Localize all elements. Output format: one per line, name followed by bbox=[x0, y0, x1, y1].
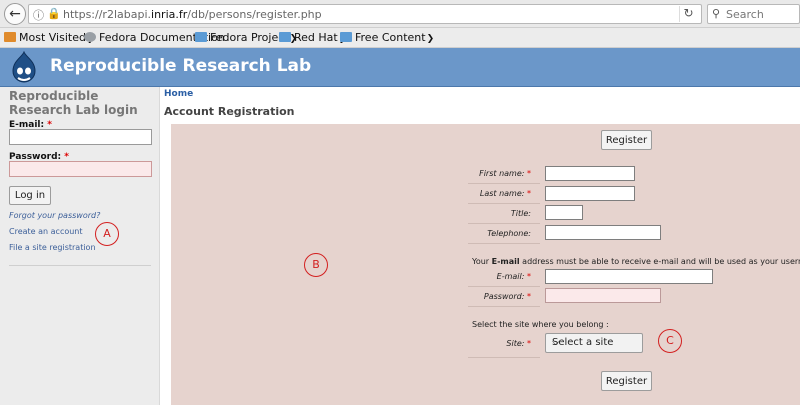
site-header: Reproducible Research Lab bbox=[0, 48, 800, 87]
page-title: Account Registration bbox=[164, 105, 295, 118]
annotation-marker-a: A bbox=[95, 222, 119, 246]
create-account-link[interactable]: Create an account bbox=[9, 227, 83, 236]
annotation-marker-b: B bbox=[304, 253, 328, 277]
last-name-input[interactable] bbox=[545, 186, 635, 201]
telephone-input[interactable] bbox=[545, 225, 661, 240]
fedora-icon bbox=[84, 32, 96, 42]
first-name-label: First name: * bbox=[479, 169, 531, 178]
password-input[interactable] bbox=[545, 288, 661, 303]
annotation-marker-c: C bbox=[658, 329, 682, 353]
row-divider bbox=[468, 223, 540, 224]
most-visited-icon bbox=[4, 32, 16, 42]
site-title[interactable]: Reproducible Research Lab bbox=[50, 56, 311, 76]
forgot-password-link[interactable]: Forgot your password? bbox=[9, 211, 100, 220]
sidebar-email-input[interactable] bbox=[9, 129, 152, 145]
lock-warning-icon[interactable]: 🔒 bbox=[47, 7, 61, 20]
drupal-logo-icon[interactable] bbox=[8, 51, 40, 85]
folder-icon bbox=[340, 32, 352, 42]
row-divider bbox=[468, 306, 540, 307]
first-name-input[interactable] bbox=[545, 166, 635, 181]
sidebar-divider bbox=[9, 265, 151, 266]
chevron-down-icon: ⌵ bbox=[552, 337, 560, 348]
row-divider bbox=[468, 203, 540, 204]
chevron-down-icon: ❯ bbox=[426, 34, 435, 44]
login-block-title: Reproducible Research Lab login bbox=[9, 89, 138, 117]
bookmark-most-visited[interactable]: Most Visited❯ bbox=[4, 31, 95, 44]
title-label: Title: bbox=[510, 209, 531, 218]
email-label: E-mail: * bbox=[496, 272, 531, 281]
login-button[interactable]: Log in bbox=[9, 186, 51, 205]
search-bar[interactable]: ⚲ Search bbox=[707, 4, 800, 24]
info-icon[interactable]: ⓘ bbox=[33, 7, 44, 23]
url-text[interactable]: https://r2labapi.inria.fr/db/persons/reg… bbox=[63, 8, 322, 21]
title-input[interactable] bbox=[545, 205, 583, 220]
telephone-label: Telephone: bbox=[487, 229, 531, 238]
password-label: Password: * bbox=[483, 292, 531, 301]
last-name-label: Last name: * bbox=[479, 189, 531, 198]
breadcrumb-home[interactable]: Home bbox=[164, 89, 193, 99]
register-button-bottom[interactable]: Register bbox=[601, 371, 652, 391]
login-sidebar: Reproducible Research Lab login E-mail: … bbox=[0, 87, 160, 405]
row-divider bbox=[468, 357, 540, 358]
bookmark-free-content[interactable]: Free Content❯ bbox=[340, 31, 434, 44]
folder-icon bbox=[279, 32, 291, 42]
row-divider bbox=[468, 243, 540, 244]
bookmark-red-hat[interactable]: Red Hat❯ bbox=[279, 31, 346, 44]
row-divider bbox=[468, 183, 540, 184]
email-input[interactable] bbox=[545, 269, 713, 284]
email-note: Your E-mail address must be able to rece… bbox=[472, 257, 800, 266]
search-icon: ⚲ bbox=[712, 7, 721, 20]
row-divider bbox=[468, 286, 540, 287]
file-site-registration-link[interactable]: File a site registration bbox=[9, 243, 96, 252]
sidebar-password-input[interactable] bbox=[9, 161, 152, 177]
register-button-top[interactable]: Register bbox=[601, 130, 652, 150]
folder-icon bbox=[195, 32, 207, 42]
reload-icon[interactable]: ↻ bbox=[679, 6, 697, 22]
bookmarks-toolbar: Most Visited❯ Fedora Documentation Fedor… bbox=[0, 28, 800, 48]
site-note: Select the site where you belong : bbox=[472, 320, 609, 329]
site-select[interactable]: Select a site ⌵ bbox=[545, 333, 643, 353]
back-arrow-icon[interactable]: ← bbox=[4, 3, 26, 25]
site-label: Site: * bbox=[506, 339, 531, 348]
browser-toolbar: ← ⓘ 🔒 https://r2labapi.inria.fr/db/perso… bbox=[0, 0, 800, 28]
url-bar[interactable]: ⓘ 🔒 https://r2labapi.inria.fr/db/persons… bbox=[28, 4, 702, 24]
search-placeholder: Search bbox=[726, 8, 764, 21]
